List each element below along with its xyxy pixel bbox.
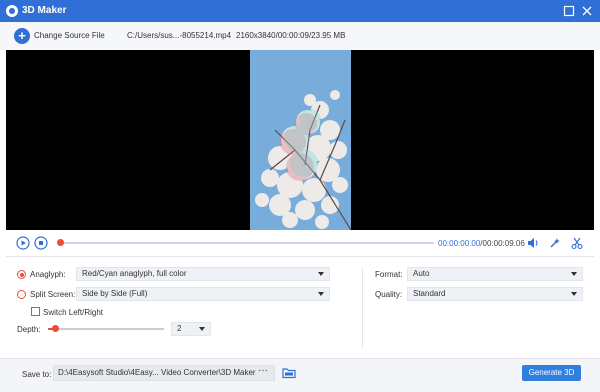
depth-select[interactable]: 2 [171, 322, 211, 336]
quality-select[interactable]: Standard [407, 287, 583, 301]
folder-icon[interactable] [282, 366, 296, 379]
chevron-down-icon [199, 327, 205, 331]
progress-knob[interactable] [57, 239, 64, 246]
chevron-down-icon [571, 272, 577, 276]
settings-divider [362, 268, 363, 348]
title-bar: 3D Maker [0, 0, 600, 22]
save-path-field[interactable]: D:\4Easysoft Studio\4Easy... Video Conve… [53, 365, 275, 381]
browse-button[interactable]: ··· [252, 365, 274, 381]
generate-3d-button[interactable]: Generate 3D [522, 365, 581, 381]
time-display: 00:00:00.00/00:00:09.06 [438, 239, 525, 248]
anaglyph-select[interactable]: Red/Cyan anaglyph, full color [76, 267, 330, 281]
change-source-link[interactable]: Change Source File [34, 31, 105, 40]
current-time: 00:00:00.00 [438, 239, 481, 248]
file-meta: 2160x3840/00:00:09/23.95 MB [236, 31, 346, 40]
quality-value: Standard [413, 289, 446, 298]
window-title: 3D Maker [22, 5, 67, 16]
volume-icon[interactable] [526, 236, 540, 250]
progress-track[interactable] [60, 242, 434, 244]
format-value: Auto [413, 269, 430, 278]
split-screen-select[interactable]: Side by Side (Full) [76, 287, 330, 301]
chevron-down-icon [318, 272, 324, 276]
save-path-value: D:\4Easysoft Studio\4Easy... Video Conve… [58, 368, 256, 377]
maximize-icon[interactable] [563, 5, 575, 17]
cut-icon[interactable] [570, 236, 584, 250]
chevron-down-icon [571, 292, 577, 296]
split-screen-radio[interactable] [17, 290, 26, 299]
depth-label: Depth: [17, 325, 41, 334]
divider [6, 256, 594, 257]
depth-value: 2 [177, 324, 182, 333]
save-to-label: Save to: [22, 370, 52, 379]
format-select[interactable]: Auto [407, 267, 583, 281]
add-source-button[interactable]: + [14, 28, 30, 44]
split-screen-label: Split Screen: [30, 290, 76, 299]
anaglyph-value: Red/Cyan anaglyph, full color [82, 269, 187, 278]
settings-panel: Anaglyph: Red/Cyan anaglyph, full color … [0, 258, 600, 358]
video-preview [6, 50, 594, 230]
stop-icon[interactable] [34, 236, 48, 250]
anaglyph-radio[interactable] [17, 270, 26, 279]
total-time: 00:00:09.06 [482, 239, 525, 248]
format-label: Format: [375, 270, 403, 279]
chevron-down-icon [318, 292, 324, 296]
depth-slider-track[interactable] [48, 328, 164, 330]
blossom-image [250, 50, 351, 230]
file-path: C:/Users/sus...-8055214.mp4 [127, 31, 232, 40]
video-frame [250, 50, 351, 230]
app-logo-icon [6, 5, 18, 17]
play-icon[interactable] [16, 236, 30, 250]
quality-label: Quality: [375, 290, 403, 299]
footer-bar: Save to: D:\4Easysoft Studio\4Easy... Vi… [0, 358, 600, 392]
anaglyph-label: Anaglyph: [30, 270, 66, 279]
switch-left-right-label: Switch Left/Right [43, 308, 104, 317]
playback-bar: 00:00:00.00/00:00:09.06 [0, 232, 600, 254]
effects-icon[interactable] [548, 236, 562, 250]
switch-left-right-checkbox[interactable] [31, 307, 40, 316]
split-screen-value: Side by Side (Full) [82, 289, 148, 298]
depth-slider-knob[interactable] [52, 325, 59, 332]
source-bar: + Change Source File C:/Users/sus...-805… [0, 22, 600, 50]
close-icon[interactable] [581, 5, 593, 17]
